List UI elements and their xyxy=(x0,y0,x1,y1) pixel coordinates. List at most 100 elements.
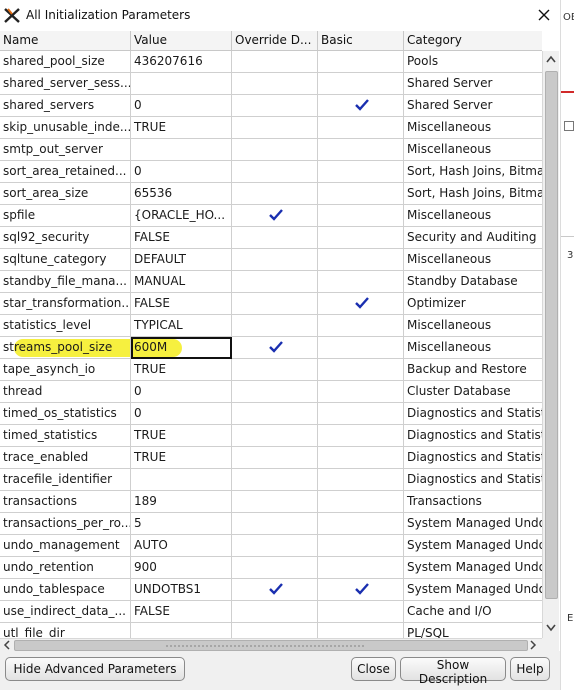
value-cell[interactable]: TYPICAL xyxy=(131,315,232,337)
value-cell[interactable]: UNDOTBS1 xyxy=(131,579,232,601)
value-cell[interactable] xyxy=(131,73,232,95)
column-header-override[interactable]: Override D... xyxy=(232,31,318,51)
vertical-scrollbar[interactable] xyxy=(542,51,559,638)
basic-cell xyxy=(318,557,404,579)
basic-cell xyxy=(318,139,404,161)
table-row[interactable]: transactions_per_ro... 5 System Managed Un… xyxy=(0,513,542,535)
basic-cell xyxy=(318,513,404,535)
value-cell[interactable]: MANUAL xyxy=(131,271,232,293)
close-icon[interactable] xyxy=(535,6,553,24)
table-row[interactable]: utl_file_dir PL/SQL xyxy=(0,623,542,638)
table-row[interactable]: sort_area_size 65536 Sort, Hash Joins, Bit… xyxy=(0,183,542,205)
basic-cell xyxy=(318,227,404,249)
vertical-scroll-thumb[interactable] xyxy=(545,71,558,599)
name-cell: statistics_level xyxy=(0,315,131,337)
table-row[interactable]: sort_area_retained... 0 Sort, Hash Joins, … xyxy=(0,161,542,183)
override-cell xyxy=(232,117,318,139)
override-cell xyxy=(232,51,318,73)
category-cell: Miscellaneous xyxy=(404,249,542,271)
background-window-text-top: OB xyxy=(563,12,574,23)
table-row[interactable]: standby_file_mana... MANUAL Standby Databa… xyxy=(0,271,542,293)
value-cell[interactable]: DEFAULT xyxy=(131,249,232,271)
name-cell: shared_server_sess... xyxy=(0,73,131,95)
value-cell[interactable] xyxy=(131,623,232,638)
table-row[interactable]: shared_servers 0 Shared Server xyxy=(0,95,542,117)
value-cell[interactable]: 5 xyxy=(131,513,232,535)
value-cell[interactable]: FALSE xyxy=(131,227,232,249)
hide-advanced-parameters-button[interactable]: Hide Advanced Parameters xyxy=(5,657,185,681)
help-button[interactable]: Help xyxy=(510,657,550,681)
table-row[interactable]: timed_os_statistics 0 Diagnostics and Stat… xyxy=(0,403,542,425)
parameters-table: Name Value Override D... Basic Category shar… xyxy=(0,31,542,638)
scroll-up-icon[interactable] xyxy=(545,53,557,67)
value-cell[interactable] xyxy=(131,139,232,161)
table-row[interactable]: smtp_out_server Miscellaneous xyxy=(0,139,542,161)
table-row[interactable]: transactions 189 Transactions xyxy=(0,491,542,513)
override-cell xyxy=(232,447,318,469)
column-header-category[interactable]: Category xyxy=(404,31,542,51)
value-cell[interactable]: {ORACLE_HO... xyxy=(131,205,232,227)
table-row[interactable]: trace_enabled TRUE Diagnostics and Statist… xyxy=(0,447,542,469)
value-cell[interactable]: 65536 xyxy=(131,183,232,205)
table-row[interactable]: undo_tablespace UNDOTBS1 System Managed Un… xyxy=(0,579,542,601)
basic-cell xyxy=(318,73,404,95)
value-cell[interactable]: 0 xyxy=(131,161,232,183)
table-row[interactable]: sql92_security FALSE Security and Auditing xyxy=(0,227,542,249)
value-cell[interactable]: 900 xyxy=(131,557,232,579)
value-cell[interactable]: TRUE xyxy=(131,425,232,447)
basic-cell xyxy=(318,293,404,315)
value-cell[interactable]: 0 xyxy=(131,381,232,403)
table-row[interactable]: undo_management AUTO System Managed Undo xyxy=(0,535,542,557)
category-cell: Miscellaneous xyxy=(404,205,542,227)
table-row[interactable]: thread 0 Cluster Database xyxy=(0,381,542,403)
name-cell: spfile xyxy=(0,205,131,227)
scroll-left-icon[interactable] xyxy=(2,640,12,650)
background-divider xyxy=(561,236,574,237)
value-cell[interactable] xyxy=(131,469,232,491)
category-cell: Pools xyxy=(404,51,542,73)
override-cell xyxy=(232,73,318,95)
scroll-down-icon[interactable] xyxy=(545,620,557,634)
basic-cell xyxy=(318,601,404,623)
value-cell[interactable]: FALSE xyxy=(131,293,232,315)
column-header-basic[interactable]: Basic xyxy=(318,31,404,51)
value-cell[interactable]: 189 xyxy=(131,491,232,513)
name-cell: thread xyxy=(0,381,131,403)
table-row[interactable]: shared_pool_size 436207616 Pools xyxy=(0,51,542,73)
value-cell[interactable]: TRUE xyxy=(131,447,232,469)
column-header-name[interactable]: Name xyxy=(0,31,131,51)
name-cell: star_transformation... xyxy=(0,293,131,315)
column-header-value[interactable]: Value xyxy=(131,31,232,51)
value-cell[interactable]: 436207616 xyxy=(131,51,232,73)
table-row[interactable]: star_transformation... FALSE Optimizer xyxy=(0,293,542,315)
value-cell[interactable]: TRUE xyxy=(131,359,232,381)
value-cell[interactable]: AUTO xyxy=(131,535,232,557)
show-description-button[interactable]: Show Description xyxy=(400,657,506,686)
category-cell: Sort, Hash Joins, Bitmap xyxy=(404,183,542,205)
table-row[interactable]: use_indirect_data_... FALSE Cache and I/O xyxy=(0,601,542,623)
table-row[interactable]: spfile {ORACLE_HO... Miscellaneous xyxy=(0,205,542,227)
table-row[interactable]: tape_asynch_io TRUE Backup and Restore xyxy=(0,359,542,381)
horizontal-scroll-thumb[interactable] xyxy=(14,640,528,651)
table-row[interactable]: shared_server_sess... Shared Server xyxy=(0,73,542,95)
value-cell[interactable]: 0 xyxy=(131,403,232,425)
name-cell: undo_retention xyxy=(0,557,131,579)
table-row[interactable]: timed_statistics TRUE Diagnostics and Stat… xyxy=(0,425,542,447)
table-row[interactable]: tracefile_identifier Diagnostics and Stat… xyxy=(0,469,542,491)
value-cell[interactable]: FALSE xyxy=(131,601,232,623)
table-row[interactable]: undo_retention 900 System Managed Undo xyxy=(0,557,542,579)
value-cell[interactable]: 0 xyxy=(131,95,232,117)
checkmark-icon xyxy=(269,209,283,221)
basic-cell xyxy=(318,249,404,271)
value-cell[interactable]: TRUE xyxy=(131,117,232,139)
override-cell xyxy=(232,381,318,403)
name-cell: sort_area_retained... xyxy=(0,161,131,183)
table-row[interactable]: sqltune_category DEFAULT Miscellaneous xyxy=(0,249,542,271)
horizontal-scrollbar[interactable] xyxy=(0,638,542,651)
name-cell: smtp_out_server xyxy=(0,139,131,161)
table-row[interactable]: statistics_level TYPICAL Miscellaneous xyxy=(0,315,542,337)
table-row[interactable]: streams_pool_size 600M Miscellaneous xyxy=(0,337,542,359)
scroll-right-icon[interactable] xyxy=(528,640,538,650)
table-row[interactable]: skip_unusable_inde... TRUE Miscellaneous xyxy=(0,117,542,139)
close-button[interactable]: Close xyxy=(351,657,396,681)
